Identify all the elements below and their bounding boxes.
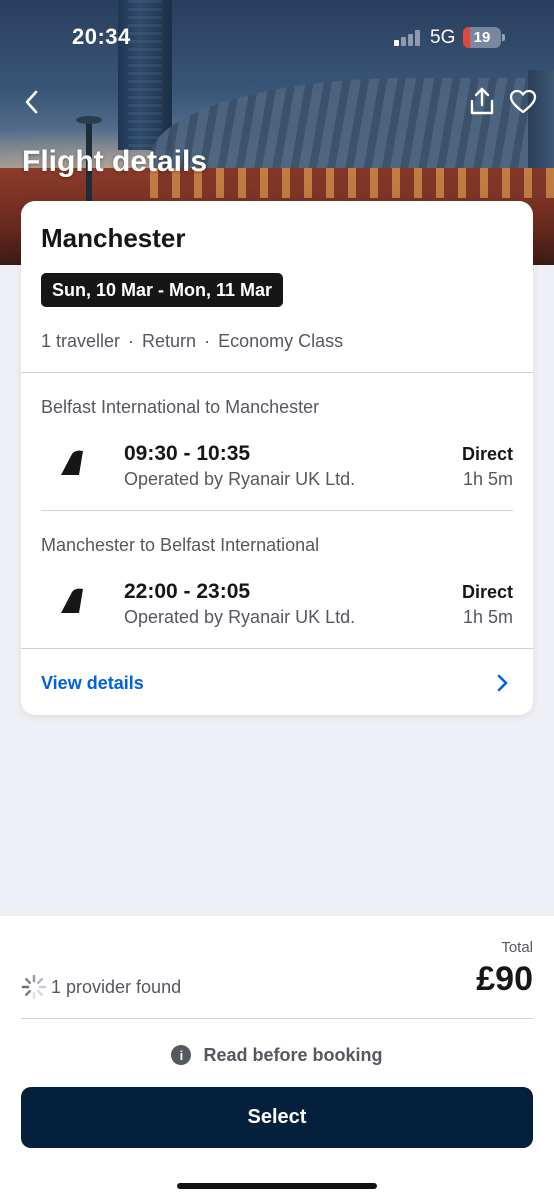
divider	[21, 372, 533, 373]
leg-stops: Direct	[461, 444, 513, 464]
leg-route: Belfast International to Manchester	[41, 397, 320, 417]
select-button[interactable]: Select	[21, 1087, 533, 1148]
battery-icon: 19	[463, 27, 501, 48]
share-icon	[470, 87, 494, 115]
cabin-class-label: Economy Class	[218, 331, 344, 351]
trip-type-label: Return	[142, 331, 197, 351]
background-tower	[118, 0, 172, 150]
providers-found-label: 1 provider found	[51, 977, 182, 997]
view-details-link[interactable]: View details	[41, 673, 144, 694]
total-price: £90	[476, 960, 533, 998]
flight-summary-card: Manchester Sun, 10 Mar - Mon, 11 Mar 1 t…	[21, 201, 533, 715]
leg-duration: 1h 5m	[462, 469, 513, 489]
info-icon: i	[171, 1045, 192, 1065]
meta-separator: ·	[204, 331, 211, 351]
favorite-button[interactable]	[506, 85, 540, 119]
chevron-left-icon	[25, 90, 38, 114]
loading-spinner-icon	[21, 974, 47, 1000]
booking-footer: Total £90 1 provider found i Read before…	[0, 916, 554, 1200]
destination-title: Manchester	[41, 223, 186, 253]
divider	[21, 648, 533, 649]
total-label: Total	[501, 939, 533, 956]
signal-icon	[394, 30, 422, 46]
divider	[21, 1018, 533, 1019]
battery-tip	[502, 34, 505, 41]
leg-stops: Direct	[461, 582, 513, 602]
trip-meta: 1 traveller · Return · Economy Class	[41, 331, 343, 352]
battery-level: 19	[473, 29, 491, 46]
chevron-right-icon[interactable]	[493, 671, 513, 695]
divider	[41, 510, 513, 511]
back-button[interactable]	[15, 85, 49, 119]
heart-icon	[509, 89, 537, 114]
home-indicator	[177, 1183, 377, 1189]
ryanair-tail-icon	[61, 450, 83, 475]
meta-separator: ·	[128, 331, 135, 351]
page-title: Flight details	[22, 145, 208, 178]
leg-operator: Operated by Ryanair UK Ltd.	[124, 607, 356, 627]
share-button[interactable]	[465, 84, 499, 118]
date-badge: Sun, 10 Mar - Mon, 11 Mar	[41, 273, 284, 307]
travellers-label: 1 traveller	[41, 331, 121, 351]
leg-duration: 1h 5m	[462, 607, 513, 627]
read-before-booking-link[interactable]: i Read before booking	[0, 1040, 554, 1070]
leg-times: 22:00 - 23:05	[124, 580, 251, 603]
leg-operator: Operated by Ryanair UK Ltd.	[124, 469, 356, 489]
status-time: 20:34	[72, 24, 131, 49]
leg-times: 09:30 - 10:35	[124, 442, 251, 465]
leg-route: Manchester to Belfast International	[41, 535, 320, 555]
ryanair-tail-icon	[61, 588, 83, 613]
network-label: 5G	[430, 27, 456, 48]
read-before-booking-label: Read before booking	[203, 1044, 383, 1065]
